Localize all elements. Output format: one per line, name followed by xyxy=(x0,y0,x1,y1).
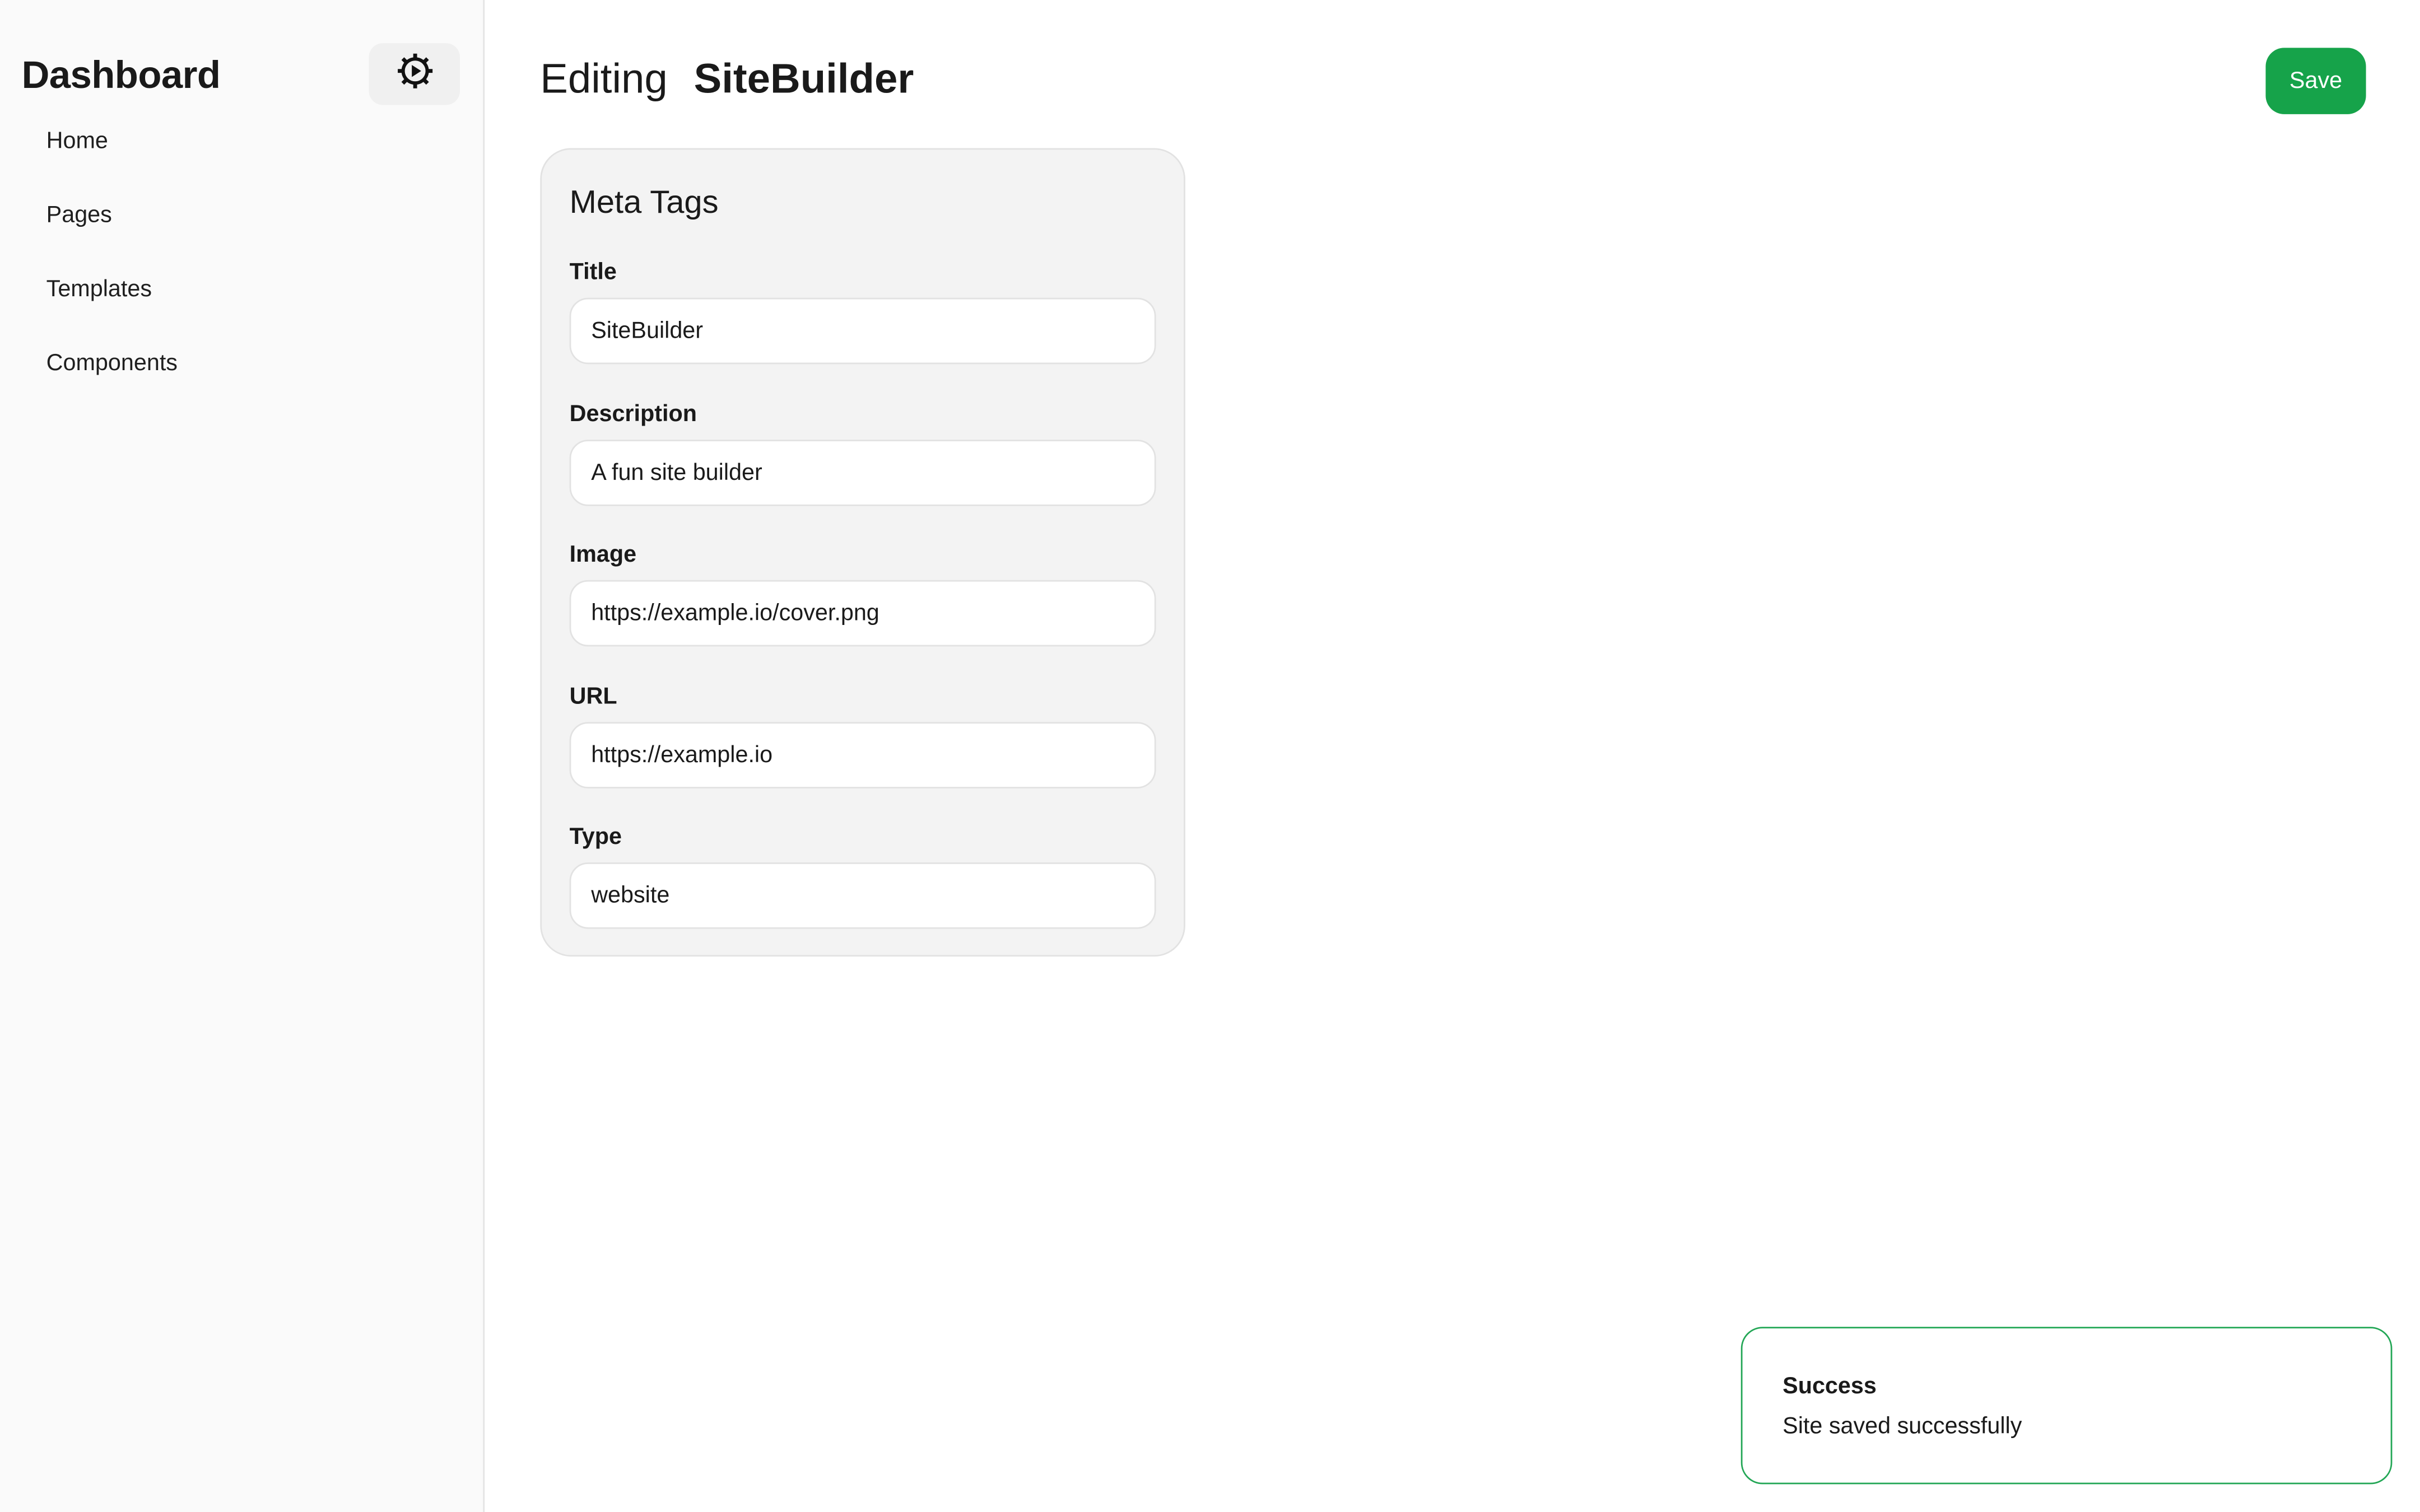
sidebar: Dashboard Home Pages Templates Component… xyxy=(0,0,485,1512)
card-title: Meta Tags xyxy=(569,185,719,221)
title-field[interactable] xyxy=(569,297,1156,365)
page-heading: Editing SiteBuilder xyxy=(540,55,914,111)
description-field[interactable] xyxy=(569,440,1156,506)
url-label: URL xyxy=(569,683,617,710)
save-button[interactable]: Save xyxy=(2265,48,2366,114)
main-content: Editing SiteBuilder Save Meta Tags Title… xyxy=(485,0,2420,1512)
site-name: SiteBuilder xyxy=(694,55,914,102)
sidebar-item-pages[interactable]: Pages xyxy=(46,182,448,250)
toast-title: Success xyxy=(1783,1373,1877,1399)
app-root: Dashboard Home Pages Templates Component… xyxy=(0,0,2420,1512)
title-label: Title xyxy=(569,259,617,286)
image-field[interactable] xyxy=(569,580,1156,647)
description-label: Description xyxy=(569,401,697,428)
sidebar-item-home[interactable]: Home xyxy=(46,108,448,176)
sidebar-item-templates[interactable]: Templates xyxy=(46,256,448,324)
heading-prefix: Editing xyxy=(540,55,668,102)
app-title: Dashboard xyxy=(21,54,221,97)
url-field[interactable] xyxy=(569,722,1156,788)
sidebar-item-components[interactable]: Components xyxy=(46,330,448,398)
sidebar-header: Dashboard xyxy=(0,0,485,123)
type-field[interactable] xyxy=(569,862,1156,929)
toast-message: Site saved successfully xyxy=(1783,1413,2022,1440)
gear-icon xyxy=(394,50,435,98)
settings-button[interactable] xyxy=(369,43,460,105)
image-label: Image xyxy=(569,542,637,568)
success-toast[interactable]: Success Site saved successfully xyxy=(1740,1327,2393,1485)
meta-tags-card: Meta Tags Title Description Image URL Ty… xyxy=(540,148,1185,957)
type-label: Type xyxy=(569,824,622,851)
